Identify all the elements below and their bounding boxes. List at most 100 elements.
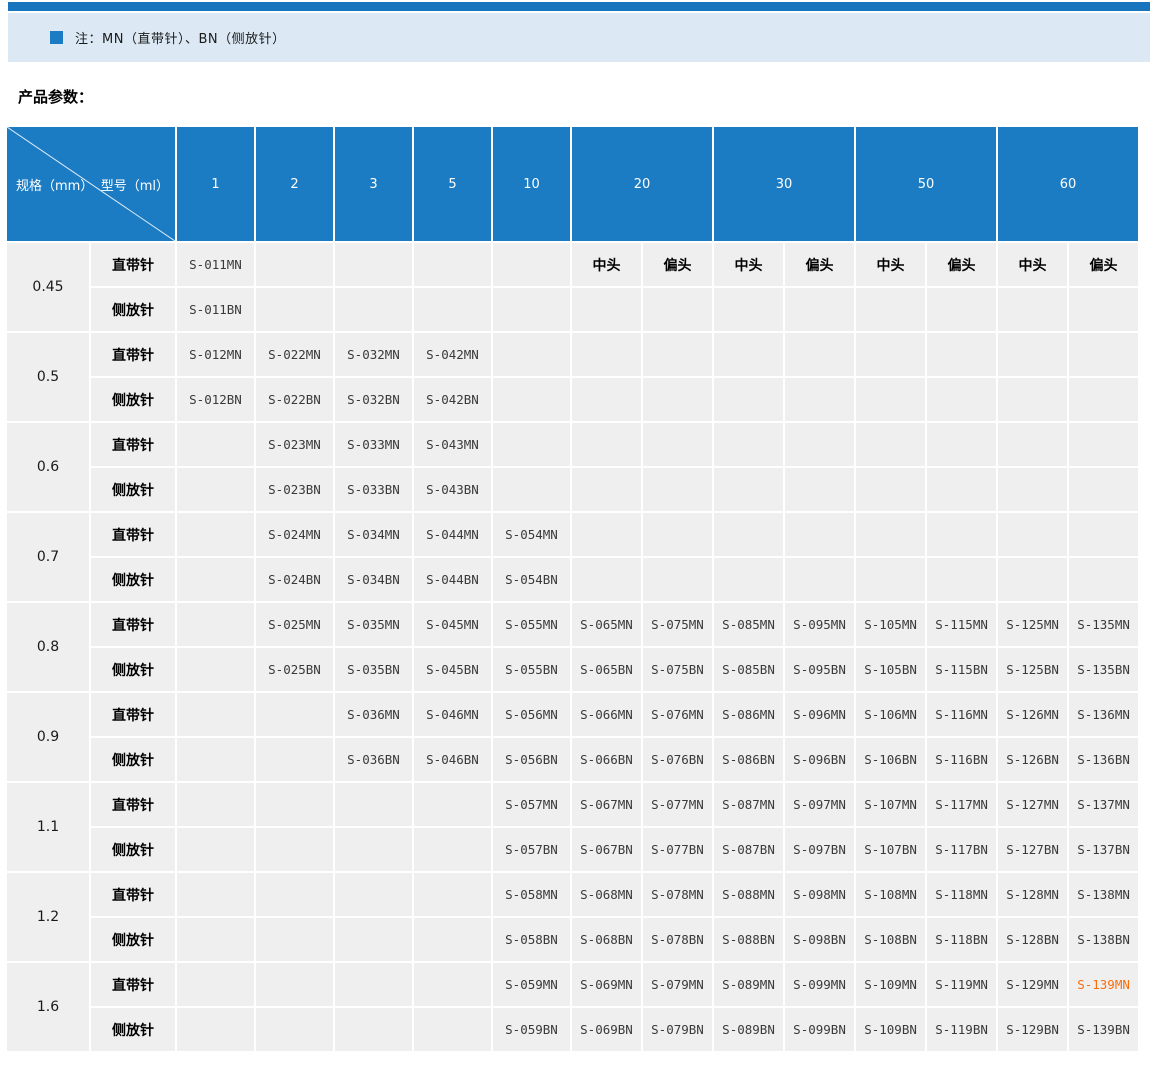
empty-cell xyxy=(856,378,925,421)
model-cell: S-089BN xyxy=(714,1008,783,1051)
empty-cell xyxy=(256,288,333,331)
model-cell: S-099MN xyxy=(785,963,854,1006)
empty-cell xyxy=(927,378,996,421)
empty-cell xyxy=(177,783,254,826)
model-cell: S-136BN xyxy=(1069,738,1138,781)
note-text: 注：MN（直带针）、BN（侧放针） xyxy=(75,28,286,47)
spec-cell: 0.5 xyxy=(7,333,89,421)
empty-cell xyxy=(856,558,925,601)
empty-cell xyxy=(572,423,641,466)
model-cell: S-087BN xyxy=(714,828,783,871)
model-cell: S-023MN xyxy=(256,423,333,466)
subhead-cell: 偏头 xyxy=(927,243,996,286)
empty-cell xyxy=(177,918,254,961)
empty-cell xyxy=(177,1008,254,1051)
model-cell: S-025MN xyxy=(256,603,333,646)
model-cell: S-032MN xyxy=(335,333,412,376)
empty-cell xyxy=(414,873,491,916)
model-cell: S-042MN xyxy=(414,333,491,376)
model-cell: S-095MN xyxy=(785,603,854,646)
model-cell: S-125BN xyxy=(998,648,1067,691)
empty-cell xyxy=(177,558,254,601)
empty-cell xyxy=(335,288,412,331)
model-cell: S-024MN xyxy=(256,513,333,556)
empty-cell xyxy=(256,783,333,826)
table-header: 规格（mm） 型号（ml） 1 2 3 5 10 20 30 50 60 xyxy=(7,127,1138,241)
empty-cell xyxy=(927,423,996,466)
model-cell: S-075MN xyxy=(643,603,712,646)
section-title: 产品参数： xyxy=(18,86,93,107)
model-cell: S-126MN xyxy=(998,693,1067,736)
needle-type-cell: 侧放针 xyxy=(91,918,175,961)
model-cell: S-076MN xyxy=(643,693,712,736)
model-cell: S-034MN xyxy=(335,513,412,556)
model-axis-label: 型号（ml） xyxy=(101,175,169,194)
empty-cell xyxy=(998,378,1067,421)
empty-cell xyxy=(256,963,333,1006)
model-cell: S-128BN xyxy=(998,918,1067,961)
empty-cell xyxy=(335,243,412,286)
table-row: 1.2直带针S-058MNS-068MNS-078MNS-088MNS-098M… xyxy=(7,873,1138,916)
model-cell: S-099BN xyxy=(785,1008,854,1051)
model-cell: S-045BN xyxy=(414,648,491,691)
spec-cell: 0.8 xyxy=(7,603,89,691)
top-accent-bar xyxy=(8,2,1150,11)
spec-cell: 1.6 xyxy=(7,963,89,1051)
empty-cell xyxy=(335,918,412,961)
needle-type-cell: 直带针 xyxy=(91,423,175,466)
model-cell: S-055BN xyxy=(493,648,570,691)
table-row: 1.1直带针S-057MNS-067MNS-077MNS-087MNS-097M… xyxy=(7,783,1138,826)
note-banner: 注：MN（直带针）、BN（侧放针） xyxy=(8,13,1150,62)
model-cell: S-085BN xyxy=(714,648,783,691)
empty-cell xyxy=(856,423,925,466)
model-cell: S-098BN xyxy=(785,918,854,961)
empty-cell xyxy=(256,828,333,871)
empty-cell xyxy=(927,288,996,331)
model-cell: S-035BN xyxy=(335,648,412,691)
needle-type-cell: 侧放针 xyxy=(91,288,175,331)
model-cell: S-057BN xyxy=(493,828,570,871)
empty-cell xyxy=(414,1008,491,1051)
model-cell: S-012MN xyxy=(177,333,254,376)
model-cell: S-056MN xyxy=(493,693,570,736)
table-row: 侧放针S-024BNS-034BNS-044BNS-054BN xyxy=(7,558,1138,601)
empty-cell xyxy=(998,423,1067,466)
model-cell: S-119BN xyxy=(927,1008,996,1051)
model-cell: S-106BN xyxy=(856,738,925,781)
empty-cell xyxy=(785,468,854,511)
volume-header-60: 60 xyxy=(998,127,1138,241)
model-cell: S-058BN xyxy=(493,918,570,961)
model-cell: S-088MN xyxy=(714,873,783,916)
empty-cell xyxy=(335,873,412,916)
empty-cell xyxy=(414,783,491,826)
model-cell: S-067BN xyxy=(572,828,641,871)
model-cell: S-065MN xyxy=(572,603,641,646)
empty-cell xyxy=(335,1008,412,1051)
empty-cell xyxy=(414,243,491,286)
needle-type-cell: 直带针 xyxy=(91,873,175,916)
model-cell: S-045MN xyxy=(414,603,491,646)
empty-cell xyxy=(643,558,712,601)
empty-cell xyxy=(927,513,996,556)
model-cell: S-023BN xyxy=(256,468,333,511)
table-body: 0.45直带针S-011MN中头偏头中头偏头中头偏头中头偏头侧放针S-011BN… xyxy=(7,243,1138,1051)
empty-cell xyxy=(493,288,570,331)
empty-cell xyxy=(785,288,854,331)
highlighted-model-cell[interactable]: S-139MN xyxy=(1069,963,1138,1006)
empty-cell xyxy=(714,513,783,556)
model-cell: S-128MN xyxy=(998,873,1067,916)
empty-cell xyxy=(1069,423,1138,466)
empty-cell xyxy=(643,288,712,331)
subhead-cell: 中头 xyxy=(856,243,925,286)
volume-header-2: 2 xyxy=(256,127,333,241)
model-cell: S-066MN xyxy=(572,693,641,736)
model-cell: S-097MN xyxy=(785,783,854,826)
empty-cell xyxy=(335,783,412,826)
empty-cell xyxy=(414,288,491,331)
empty-cell xyxy=(414,918,491,961)
model-cell: S-058MN xyxy=(493,873,570,916)
model-cell: S-033BN xyxy=(335,468,412,511)
subhead-cell: 中头 xyxy=(998,243,1067,286)
model-cell: S-137BN xyxy=(1069,828,1138,871)
needle-type-cell: 侧放针 xyxy=(91,828,175,871)
